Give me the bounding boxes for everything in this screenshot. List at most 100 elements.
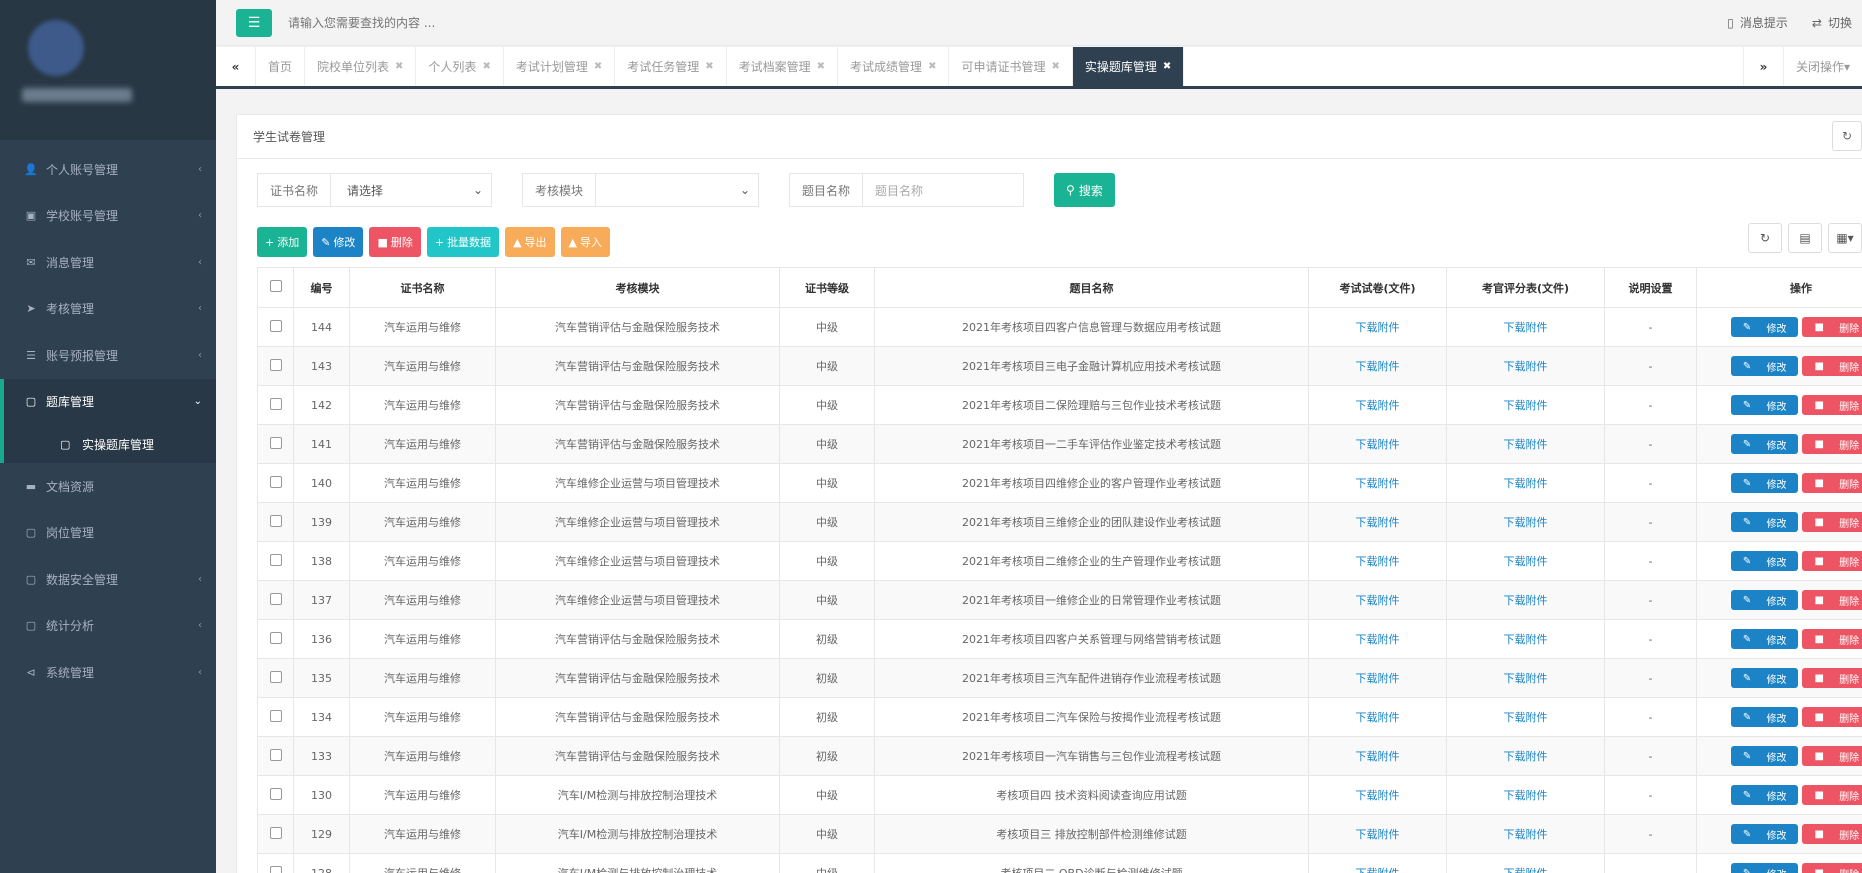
row-edit-button[interactable]: ✎ 修改 [1730, 551, 1799, 571]
row-checkbox[interactable] [269, 514, 282, 527]
tab-exam-archive[interactable]: 考试档案管理 ✖ [727, 47, 839, 86]
row-checkbox[interactable] [269, 436, 282, 449]
download-paper-link[interactable]: 下载附件 [1356, 555, 1400, 568]
table-columns-button[interactable]: ▦▾ [1828, 223, 1862, 253]
tab-personal-list[interactable]: 个人列表 ✖ [416, 47, 504, 86]
tab-exam-task[interactable]: 考试任务管理 ✖ [615, 47, 727, 86]
row-checkbox[interactable] [269, 475, 282, 488]
messages-link[interactable]: ▯ 消息提示 [1727, 14, 1788, 31]
search-button[interactable]: ⚲ 搜索 [1054, 173, 1115, 207]
batch-data-button[interactable]: + 批量数据 [426, 227, 500, 257]
download-paper-link[interactable]: 下载附件 [1356, 633, 1400, 646]
download-score-sheet-link[interactable]: 下载附件 [1504, 828, 1548, 841]
row-delete-button[interactable]: ■ 删除 [1802, 590, 1862, 610]
close-icon[interactable]: ✖ [817, 61, 825, 72]
table-toggle-view-button[interactable]: ▤ [1788, 223, 1822, 253]
table-row[interactable]: 143 汽车运用与维修 汽车营销评估与金融保险服务技术 中级 2021年考核项目三电子金… [257, 346, 1862, 386]
sidebar-item-account-forecast[interactable]: ☰ 账号预报管理 ‹ [0, 332, 216, 379]
cert-select[interactable]: 请选择 ⌄ [331, 174, 491, 206]
row-delete-button[interactable]: ■ 删除 [1802, 434, 1862, 454]
row-delete-button[interactable]: ■ 删除 [1802, 863, 1862, 873]
table-row[interactable]: 142 汽车运用与维修 汽车营销评估与金融保险服务技术 中级 2021年考核项目二保险理… [257, 385, 1862, 425]
download-paper-link[interactable]: 下载附件 [1356, 438, 1400, 451]
row-checkbox[interactable] [269, 553, 282, 566]
table-refresh-button[interactable]: ↻ [1748, 223, 1782, 253]
download-score-sheet-link[interactable]: 下载附件 [1504, 672, 1548, 685]
close-icon[interactable]: ✖ [1163, 61, 1171, 72]
row-edit-button[interactable]: ✎ 修改 [1730, 863, 1799, 873]
table-row[interactable]: 139 汽车运用与维修 汽车维修企业运营与项目管理技术 中级 2021年考核项目三维修企… [257, 502, 1862, 542]
sidebar-item-assessment[interactable]: ➤ 考核管理 ‹ [0, 286, 216, 333]
row-checkbox[interactable] [269, 709, 282, 722]
row-edit-button[interactable]: ✎ 修改 [1730, 395, 1799, 415]
row-delete-button[interactable]: ■ 删除 [1802, 551, 1862, 571]
row-delete-button[interactable]: ■ 删除 [1802, 824, 1862, 844]
tab-exam-scores[interactable]: 考试成绩管理 ✖ [838, 47, 950, 86]
tab-home[interactable]: 首页 [256, 47, 306, 86]
row-edit-button[interactable]: ✎ 修改 [1730, 785, 1799, 805]
col-title[interactable]: 题目名称 [874, 267, 1309, 308]
download-score-sheet-link[interactable]: 下载附件 [1504, 789, 1548, 802]
row-delete-button[interactable]: ■ 删除 [1802, 512, 1862, 532]
download-paper-link[interactable]: 下载附件 [1356, 360, 1400, 373]
download-score-sheet-link[interactable]: 下载附件 [1504, 633, 1548, 646]
download-score-sheet-link[interactable]: 下载附件 [1504, 711, 1548, 724]
download-score-sheet-link[interactable]: 下载附件 [1504, 867, 1548, 873]
row-delete-button[interactable]: ■ 删除 [1802, 707, 1862, 727]
download-score-sheet-link[interactable]: 下载附件 [1504, 555, 1548, 568]
row-edit-button[interactable]: ✎ 修改 [1730, 317, 1799, 337]
tab-scroll-right-button[interactable]: » [1742, 47, 1783, 86]
row-edit-button[interactable]: ✎ 修改 [1730, 668, 1799, 688]
import-button[interactable]: ▲ 导入 [560, 227, 610, 257]
col-module[interactable]: 考核模块 [495, 267, 780, 308]
sidebar-item-documents[interactable]: ▬ 文档资源 [0, 463, 216, 510]
table-row[interactable]: 141 汽车运用与维修 汽车营销评估与金融保险服务技术 中级 2021年考核项目一二手车… [257, 424, 1862, 464]
row-checkbox[interactable] [269, 670, 282, 683]
download-paper-link[interactable]: 下载附件 [1356, 516, 1400, 529]
profile-name[interactable] [22, 88, 132, 102]
tab-certificates[interactable]: 可申请证书管理 ✖ [949, 47, 1073, 86]
row-delete-button[interactable]: ■ 删除 [1802, 629, 1862, 649]
row-edit-button[interactable]: ✎ 修改 [1730, 824, 1799, 844]
download-score-sheet-link[interactable]: 下载附件 [1504, 516, 1548, 529]
delete-button[interactable]: ■ 删除 [369, 227, 421, 257]
close-icon[interactable]: ✖ [395, 61, 403, 72]
sidebar-item-personal-accounts[interactable]: 👤 个人账号管理 ‹ [0, 146, 216, 193]
download-paper-link[interactable]: 下载附件 [1356, 711, 1400, 724]
row-delete-button[interactable]: ■ 删除 [1802, 473, 1862, 493]
sidebar-item-positions[interactable]: ▢ 岗位管理 [0, 510, 216, 557]
row-delete-button[interactable]: ■ 删除 [1802, 668, 1862, 688]
table-row[interactable]: 144 汽车运用与维修 汽车营销评估与金融保险服务技术 中级 2021年考核项目四客户信… [257, 307, 1862, 347]
close-operations-button[interactable]: 关闭操作 ▾ [1782, 47, 1862, 86]
row-checkbox[interactable] [269, 592, 282, 605]
download-score-sheet-link[interactable]: 下载附件 [1504, 399, 1548, 412]
download-score-sheet-link[interactable]: 下载附件 [1504, 438, 1548, 451]
avatar[interactable] [28, 20, 84, 76]
tab-school-list[interactable]: 院校单位列表 ✖ [305, 47, 417, 86]
row-checkbox[interactable] [269, 787, 282, 800]
tab-practical-bank[interactable]: 实操题库管理 ✖ [1072, 47, 1185, 86]
download-score-sheet-link[interactable]: 下载附件 [1504, 477, 1548, 490]
col-score-sheet[interactable]: 考官评分表(文件) [1446, 267, 1605, 308]
sidebar-item-statistics[interactable]: ▢ 统计分析 ‹ [0, 603, 216, 650]
select-all-checkbox[interactable] [269, 280, 282, 292]
row-checkbox[interactable] [269, 397, 282, 410]
close-icon[interactable]: ✖ [705, 61, 713, 72]
top-search-input[interactable] [288, 8, 688, 37]
tab-exam-plan[interactable]: 考试计划管理 ✖ [504, 47, 616, 86]
row-edit-button[interactable]: ✎ 修改 [1730, 356, 1799, 376]
row-edit-button[interactable]: ✎ 修改 [1730, 512, 1799, 532]
row-checkbox[interactable] [269, 748, 282, 761]
row-delete-button[interactable]: ■ 删除 [1802, 317, 1862, 337]
col-id[interactable]: 编号 [293, 267, 350, 308]
table-row[interactable]: 134 汽车运用与维修 汽车营销评估与金融保险服务技术 初级 2021年考核项目二汽车保… [257, 697, 1862, 737]
module-select[interactable]: ⌄ [596, 174, 758, 206]
download-paper-link[interactable]: 下载附件 [1356, 828, 1400, 841]
export-button[interactable]: ▲ 导出 [505, 227, 555, 257]
sidebar-item-messages[interactable]: ✉ 消息管理 ‹ [0, 239, 216, 286]
row-checkbox[interactable] [269, 631, 282, 644]
table-row[interactable]: 128汽车运用与维修汽车I/M检测与排放控制治理技术中级考核项目二 OBD诊断与… [257, 853, 1862, 873]
download-paper-link[interactable]: 下载附件 [1356, 789, 1400, 802]
edit-button[interactable]: ✎ 修改 [313, 227, 364, 257]
row-checkbox[interactable] [269, 826, 282, 839]
